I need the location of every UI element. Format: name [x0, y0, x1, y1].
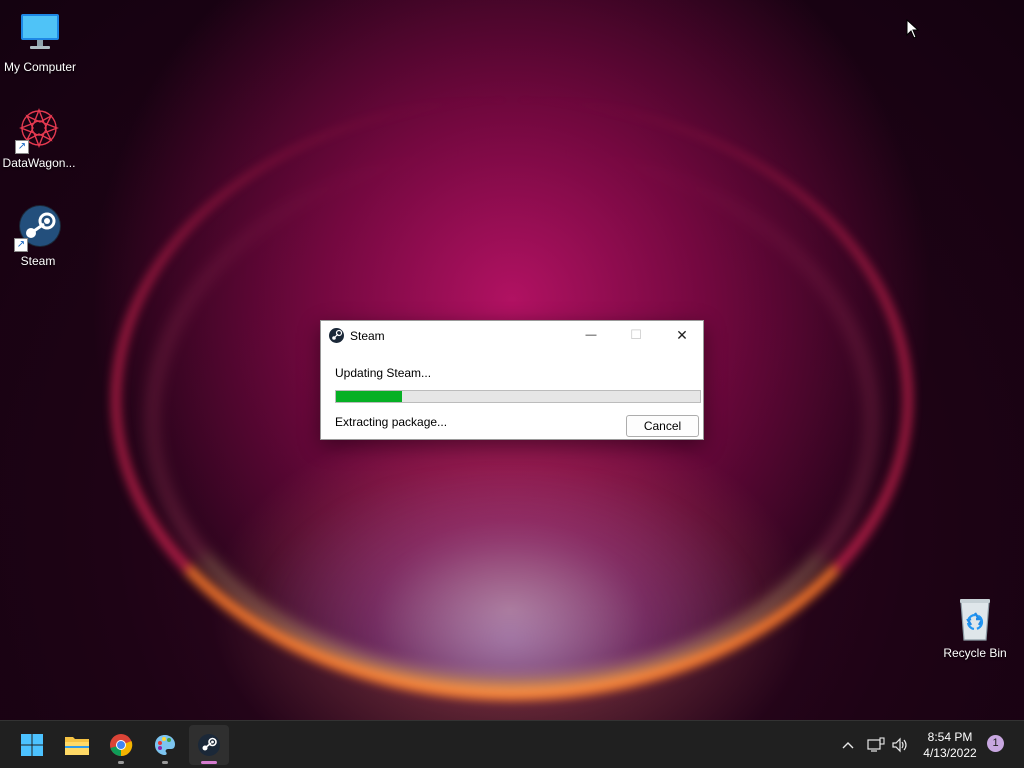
volume-icon: [892, 737, 907, 752]
network-icon: [867, 736, 885, 752]
notification-badge[interactable]: 1: [987, 735, 1004, 752]
cancel-button[interactable]: Cancel: [626, 415, 699, 437]
desktop-icon-my-computer[interactable]: My Computer: [0, 10, 80, 74]
desktop-icon-label: DataWagon...: [2, 156, 76, 170]
desktop-icon-label: Steam: [20, 254, 56, 268]
detail-text: Extracting package...: [335, 415, 448, 429]
steam-icon: [329, 328, 344, 343]
desktop-icon-label: Recycle Bin: [943, 646, 1007, 660]
progress-fill: [336, 391, 402, 402]
folder-icon: [65, 737, 89, 755]
windows-start-icon: [21, 734, 43, 756]
desktop-background: My Computer ↗ DataWagon... ↗ Steam Recyc…: [0, 0, 1024, 720]
steam-icon: ↗: [14, 204, 62, 252]
progress-bar: [335, 390, 701, 403]
clock-time: 8:54 PM: [927, 730, 973, 744]
dialog-titlebar[interactable]: Steam — ☐ ✕: [321, 321, 703, 349]
taskbar-chrome[interactable]: [101, 725, 141, 765]
chrome-icon: [110, 734, 133, 757]
taskbar-steam[interactable]: [189, 725, 229, 765]
minimize-button[interactable]: —: [568, 321, 614, 349]
desktop-icon-datawagon[interactable]: ↗ DataWagon...: [0, 106, 79, 170]
desktop-icon-steam[interactable]: ↗ Steam: [0, 204, 78, 268]
taskbar: 8:54 PM 4/13/2022: [0, 720, 1024, 768]
shortcut-arrow-icon: ↗: [15, 140, 29, 154]
close-icon: ✕: [676, 326, 688, 343]
monitor-icon: [16, 10, 64, 58]
shortcut-arrow-icon: ↗: [14, 238, 28, 252]
running-indicator: [118, 761, 124, 764]
desktop-icon-recycle-bin[interactable]: Recycle Bin: [935, 596, 1015, 660]
taskbar-clock[interactable]: 8:54 PM 4/13/2022: [915, 729, 985, 761]
maximize-icon: ☐: [630, 327, 642, 342]
active-indicator: [201, 761, 217, 764]
desktop-icon-label: My Computer: [3, 60, 77, 74]
minimize-icon: —: [585, 329, 597, 341]
recycle-bin-icon: [951, 596, 999, 644]
taskbar-file-explorer[interactable]: [57, 725, 97, 765]
steam-update-dialog: Steam — ☐ ✕ Updating Steam... Extracting…: [320, 320, 704, 440]
running-indicator: [162, 761, 168, 764]
volume-button[interactable]: [889, 721, 911, 768]
clock-date: 4/13/2022: [923, 746, 977, 760]
close-button[interactable]: ✕: [659, 321, 705, 349]
paint-icon: [155, 735, 175, 755]
steam-icon: [198, 734, 220, 756]
show-hidden-icons-button[interactable]: [838, 721, 858, 768]
taskbar-paint[interactable]: [145, 725, 185, 765]
status-text: Updating Steam...: [335, 366, 432, 380]
network-button[interactable]: [865, 721, 887, 768]
datawagon-icon: ↗: [15, 106, 63, 154]
start-button[interactable]: [12, 725, 52, 765]
maximize-button[interactable]: ☐: [613, 321, 659, 349]
chevron-up-icon: [842, 741, 854, 748]
dialog-title: Steam: [350, 329, 385, 343]
